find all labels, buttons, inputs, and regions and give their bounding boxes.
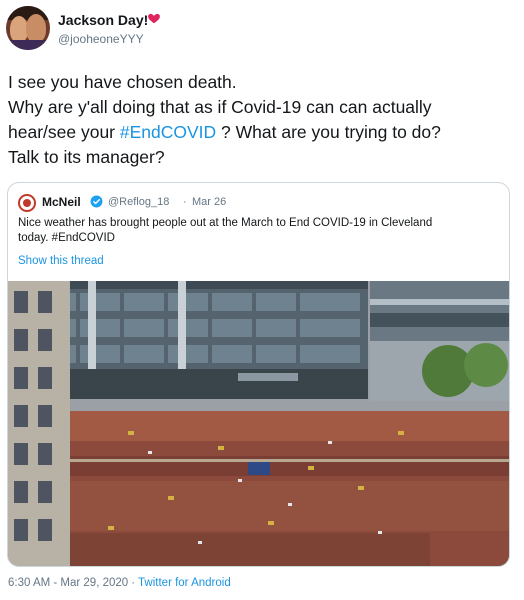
tweet-text-line: Why are y'all doing that as if Covid-19 …	[8, 97, 432, 117]
author-avatar[interactable]	[6, 6, 50, 50]
tweet-source-link[interactable]: Twitter for Android	[138, 577, 231, 589]
tweet-text-segment: ? What are you trying to do?	[216, 122, 441, 142]
heart-icon	[148, 13, 160, 24]
quoted-date[interactable]: Mar 26	[192, 196, 226, 208]
tweet-footer: 6:30 AM - Mar 29, 2020 · Twitter for Andro…	[8, 577, 231, 589]
verified-icon	[90, 195, 103, 208]
tweet-text: I see you have chosen death. Why are y'a…	[8, 70, 518, 170]
footer-separator: ·	[131, 577, 136, 589]
author-display-name[interactable]: Jackson Day!	[58, 12, 148, 28]
show-thread-link[interactable]: Show this thread	[18, 255, 104, 267]
quoted-handle[interactable]: @Reflog_18	[108, 196, 169, 208]
quoted-tweet[interactable]: McNeil @Reflog_18 · Mar 26 Nice weather …	[7, 182, 510, 567]
tweet-text-segment: hear/see your	[8, 122, 120, 142]
quoted-text: Nice weather has brought people out at t…	[18, 216, 503, 246]
tweet-card: Jackson Day! @jooheoneYYY I see you have…	[0, 0, 524, 600]
quoted-avatar[interactable]	[18, 194, 36, 212]
author-handle[interactable]: @jooheoneYYY	[58, 32, 144, 46]
quoted-separator: ·	[183, 196, 187, 208]
quoted-text-line: today. #EndCOVID	[18, 232, 115, 244]
tweet-text-line: hear/see your #EndCOVID ? What are you t…	[8, 120, 518, 145]
tweet-timestamp[interactable]: 6:30 AM - Mar 29, 2020	[8, 577, 128, 589]
quoted-display-name[interactable]: McNeil	[42, 195, 81, 209]
hashtag-link[interactable]: #EndCOVID	[120, 122, 216, 142]
tweet-text-line: Talk to its manager?	[8, 147, 165, 167]
quoted-text-line: Nice weather has brought people out at t…	[18, 217, 433, 229]
crowd-photo[interactable]	[8, 281, 509, 566]
tweet-text-line: I see you have chosen death.	[8, 72, 237, 92]
